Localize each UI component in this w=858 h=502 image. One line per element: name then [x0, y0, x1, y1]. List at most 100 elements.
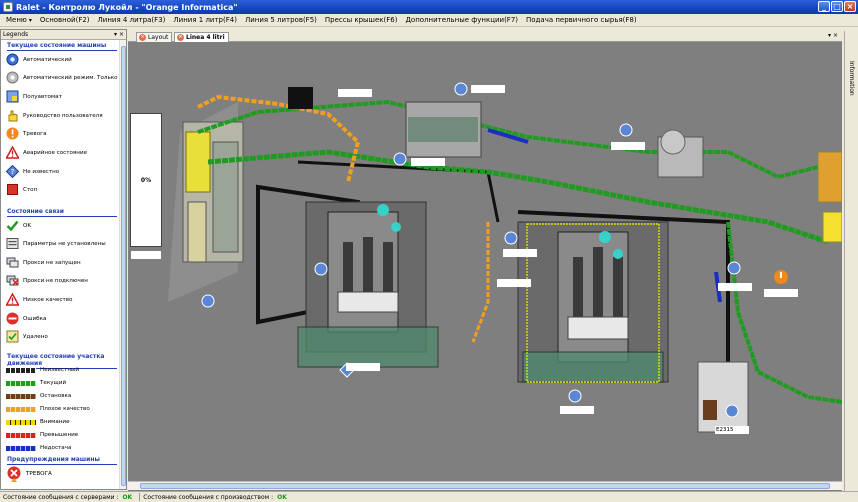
legend-line-attention: Внимание [6, 419, 70, 425]
legend-item-deleted: Удалено [6, 330, 48, 343]
close-button[interactable]: × [844, 1, 856, 12]
legend-label: Остановка [40, 393, 72, 399]
legend-line-current: Текущий [6, 380, 66, 386]
alarm-x-icon [6, 466, 22, 482]
legend-panel: Legends ▾ × Текущее состояние машины Авто… [0, 29, 127, 490]
legend-line-exceed: Превышение [6, 432, 78, 438]
status-bar: Состояние сообщения с серверами : OK Сос… [0, 491, 858, 502]
server-status-value: OK [122, 493, 133, 501]
legend-label: Превышение [40, 432, 79, 438]
legend-label: Текущий [40, 380, 67, 386]
legend-label: Недостача [40, 445, 72, 451]
params-icon [6, 237, 19, 250]
legend-item-alarm-warning: ТРЕВОГА [6, 466, 52, 482]
legend-item-error: Ошибка [6, 312, 46, 325]
menu-item-line-1l[interactable]: Линия 1 литр(F4) [169, 16, 241, 24]
line-swatch-bad-quality [6, 406, 36, 412]
maximize-button[interactable]: □ [831, 1, 843, 12]
legend-line-stop: Остановка [6, 393, 71, 399]
canvas-horizontal-scrollbar[interactable] [128, 481, 842, 490]
machine-label [503, 249, 537, 257]
machine-label [471, 85, 505, 93]
minimize-button[interactable]: _ [818, 1, 830, 12]
legend-label: ТРЕВОГА [26, 471, 52, 477]
line-swatch-unknown [6, 367, 36, 373]
legend-item-semi-auto: Полуавтомат [6, 90, 62, 103]
legend-item-params-missing: Параметры не установлены [6, 237, 106, 250]
connection-state-title: Состояние связи [7, 208, 117, 217]
fill-percentage-panel: 0% [130, 113, 162, 247]
legend-label: Стоп [23, 186, 38, 193]
tab-controls[interactable]: ▾ × [828, 32, 838, 39]
app-icon [3, 2, 13, 12]
low-quality-icon [5, 292, 20, 306]
legend-scrollbar[interactable] [119, 40, 126, 489]
legend-item-proxy-not-started: Прокси не запущен [6, 256, 81, 269]
server-status-label: Состояние сообщения с серверами : [3, 493, 119, 501]
error-icon [6, 312, 19, 325]
window-title: Ralet - Контролю Лукойл - "Orange Inform… [16, 2, 238, 12]
line-swatch-exceed [6, 432, 36, 438]
legend-label: Полуавтомат [23, 93, 62, 100]
machine-state-title: Текущее состояние машины [7, 42, 117, 51]
machine-label [346, 363, 380, 371]
proxy-disconnected-icon [6, 274, 19, 287]
close-icon[interactable]: × [119, 31, 124, 38]
pin-icon[interactable]: ▾ [114, 31, 117, 38]
menu-item-main[interactable]: Основной(F2) [36, 16, 94, 24]
menu-item-raw-supply[interactable]: Подача первичного сырья(F8) [522, 16, 641, 24]
legend-label: Плохое качество [40, 406, 90, 412]
unknown-icon: ? [5, 164, 20, 179]
canvas-scroll-thumb[interactable] [140, 483, 830, 489]
menu-item-extra-functions[interactable]: Дополнительные функции(F7) [401, 16, 522, 24]
machine-label [611, 142, 645, 150]
machine-label [131, 251, 161, 259]
production-status-label: Состояние сообщения с производством : [143, 493, 274, 501]
legend-label: Аварийное состояние [23, 149, 88, 156]
proxy-icon [6, 256, 19, 269]
legend-label: Руководство пользователя [23, 112, 103, 119]
alarm-icon [6, 127, 19, 140]
legend-item-unknown: ? Не известно [5, 164, 59, 179]
line-swatch-current [6, 380, 36, 386]
gear-gray-icon [6, 71, 19, 84]
line-swatch-stop [6, 393, 36, 399]
machine-label [560, 406, 594, 414]
legend-label: Параметры не установлены [23, 240, 106, 247]
menu-item-menu[interactable]: Меню ▾ [2, 16, 36, 24]
tab-layout[interactable]: × Layout [136, 32, 173, 42]
tab-close-icon[interactable]: × [139, 34, 146, 41]
menu-item-line-4l[interactable]: Линия 4 литра(F3) [94, 16, 170, 24]
legend-header: Legends ▾ × [1, 30, 126, 40]
machine-label [411, 158, 445, 166]
legend-scroll-thumb[interactable] [121, 46, 126, 486]
machine-label [497, 279, 531, 287]
plant-layout-canvas[interactable]: 0% E2315 [128, 42, 842, 492]
gear-blue-icon [6, 53, 19, 66]
legend-label: Низкое качество [23, 296, 73, 303]
legend-label: OK [23, 222, 32, 229]
menu-bar: Меню ▾ Основной(F2) Линия 4 литра(F3) Лин… [0, 14, 858, 27]
information-side-panel[interactable]: Information [844, 31, 858, 492]
legend-title: Legends [3, 31, 29, 38]
legend-label: Удалено [23, 333, 48, 340]
legend-label: Автоматический режим. Только [23, 74, 118, 81]
warning-icon [5, 145, 20, 159]
hand-icon [6, 109, 19, 122]
svg-text:?: ? [11, 168, 15, 176]
chevron-down-icon: ▾ [28, 17, 32, 24]
legend-line-bad-quality: Плохое качество [6, 406, 90, 412]
machine-label [718, 283, 752, 291]
legend-item-auto-only: Автоматический режим. Только [6, 71, 118, 84]
warning-title: Предупреждения машины [7, 456, 117, 465]
legend-item-emergency: Аварийное состояние [5, 145, 88, 159]
deleted-icon [6, 330, 19, 343]
menu-item-cap-presses[interactable]: Прессы крышек(F6) [321, 16, 402, 24]
tab-close-icon[interactable]: × [177, 34, 184, 41]
information-label[interactable]: Information [848, 61, 855, 96]
legend-item-stop: Стоп [6, 183, 37, 196]
machine-label [338, 89, 372, 97]
legend-item-proxy-disconnected: Прокси не подключен [6, 274, 88, 287]
line-swatch-shortage [6, 445, 36, 451]
menu-item-line-5l[interactable]: Линия 5 литров(F5) [241, 16, 321, 24]
